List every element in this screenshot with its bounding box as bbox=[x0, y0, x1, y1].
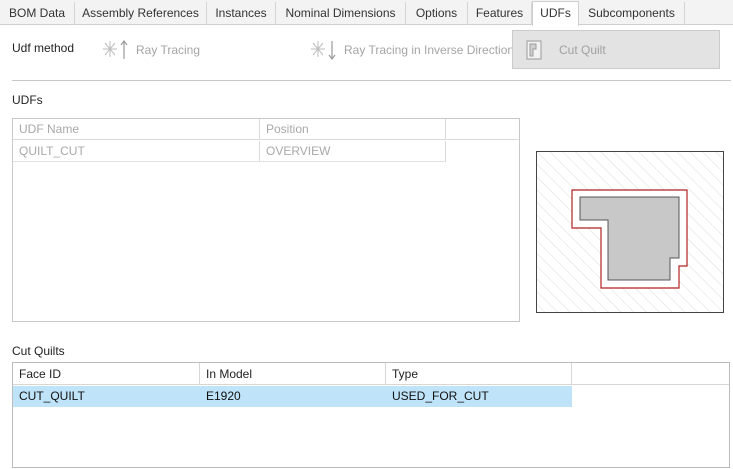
tab-options[interactable]: Options bbox=[406, 2, 468, 25]
cut-quilt-preview bbox=[536, 151, 724, 313]
cut-quilts-table[interactable]: Face ID In Model Type CUT_QUILT E1920 US… bbox=[12, 362, 730, 468]
ray-tracing-inverse-button[interactable]: Ray Tracing in Inverse Direction bbox=[310, 38, 514, 62]
type-cell: USED_FOR_CUT bbox=[392, 389, 489, 403]
cut-quilt-label: Cut Quilt bbox=[559, 42, 606, 57]
tab-nominal-dimensions[interactable]: Nominal Dimensions bbox=[276, 2, 406, 25]
column-header-face-id[interactable]: Face ID bbox=[13, 363, 200, 385]
cut-quilt-icon bbox=[521, 37, 551, 63]
tab-instances[interactable]: Instances bbox=[207, 2, 276, 25]
in-model-cell: E1920 bbox=[206, 389, 241, 403]
cut-quilts-table-header: Face ID In Model Type bbox=[13, 363, 729, 385]
table-row[interactable]: CUT_QUILT E1920 USED_FOR_CUT bbox=[13, 386, 572, 407]
ray-tracing-label: Ray Tracing bbox=[136, 43, 201, 57]
udf-method-label: Udf method bbox=[12, 41, 75, 55]
udfs-table-header: UDF Name Position bbox=[13, 119, 519, 140]
tab-assembly-references[interactable]: Assembly References bbox=[75, 2, 207, 25]
tab-bar: BOM Data Assembly References Instances N… bbox=[0, 0, 733, 26]
ray-tracing-button[interactable]: Ray Tracing bbox=[102, 38, 200, 62]
column-header-udf-name[interactable]: UDF Name bbox=[13, 119, 260, 140]
section-divider bbox=[12, 80, 731, 81]
tab-udfs[interactable]: UDFs bbox=[532, 1, 579, 26]
udf-position-cell: OVERVIEW bbox=[260, 141, 446, 162]
cut-quilt-button[interactable]: Cut Quilt bbox=[512, 30, 720, 69]
udfs-section-label: UDFs bbox=[12, 93, 43, 107]
udf-name-cell: QUILT_CUT bbox=[13, 141, 260, 162]
tab-features[interactable]: Features bbox=[468, 2, 532, 25]
tab-bom-data[interactable]: BOM Data bbox=[0, 2, 75, 25]
column-header-in-model[interactable]: In Model bbox=[200, 363, 386, 385]
ray-tracing-up-icon bbox=[102, 38, 130, 62]
cut-quilt-preview-icon bbox=[537, 152, 723, 312]
cut-quilts-section-label: Cut Quilts bbox=[12, 344, 65, 358]
ray-tracing-down-icon bbox=[310, 38, 338, 62]
table-row[interactable]: QUILT_CUT OVERVIEW bbox=[13, 141, 446, 162]
ray-tracing-inverse-label: Ray Tracing in Inverse Direction bbox=[344, 43, 515, 57]
face-id-cell: CUT_QUILT bbox=[19, 389, 85, 403]
tab-subcomponents[interactable]: Subcomponents bbox=[579, 2, 685, 25]
udfs-table[interactable]: UDF Name Position QUILT_CUT OVERVIEW bbox=[12, 118, 520, 322]
column-header-type[interactable]: Type bbox=[386, 363, 572, 385]
column-header-position[interactable]: Position bbox=[260, 119, 446, 140]
